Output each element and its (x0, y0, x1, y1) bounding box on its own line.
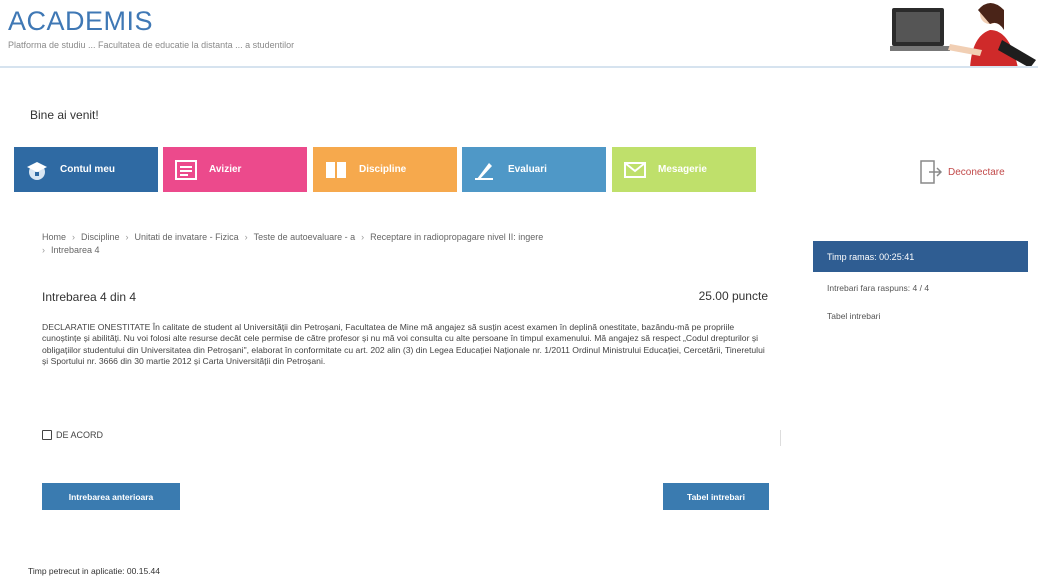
nav-tile-discipline[interactable]: Discipline (313, 147, 457, 192)
nav-tile-mesagerie[interactable]: Mesagerie (612, 147, 756, 192)
question-table-button[interactable]: Tabel intrebari (663, 483, 769, 510)
header-divider (0, 66, 1038, 68)
header: ACADEMIS Platforma de studiu ... Faculta… (0, 0, 1038, 70)
envelope-icon (622, 159, 648, 181)
logout-icon (920, 160, 942, 184)
unanswered-count: Intrebari fara raspuns: 4 / 4 (827, 283, 930, 293)
breadcrumb-test-name[interactable]: Receptare in radiopropagare nivel II: in… (370, 232, 543, 242)
notice-board-icon (173, 159, 199, 181)
question-text: DECLARATIE ONESTITATE În calitate de stu… (42, 322, 765, 367)
breadcrumb-unitati[interactable]: Unitati de invatare - Fizica (135, 232, 239, 242)
agree-checkbox[interactable] (42, 430, 52, 440)
agree-label: DE ACORD (56, 430, 104, 440)
book-icon (323, 159, 349, 181)
nav-tile-label: Avizier (209, 164, 242, 175)
logout-link[interactable]: Deconectare (920, 160, 1005, 184)
previous-question-button[interactable]: Intrebarea anterioara (42, 483, 180, 510)
breadcrumb: Home › Discipline › Unitati de invatare - Fi… (42, 232, 544, 255)
agree-option[interactable]: DE ACORD (42, 430, 103, 440)
app-logo[interactable]: ACADEMIS (8, 6, 153, 37)
question-points: 25.00 puncte (698, 289, 768, 303)
breadcrumb-teste[interactable]: Teste de autoevaluare - a (254, 232, 356, 242)
hand-write-icon (472, 159, 498, 181)
nav-tile-contul-meu[interactable]: Contul meu (14, 147, 158, 192)
nav-tile-label: Evaluari (508, 164, 547, 175)
breadcrumb-current: Intrebarea 4 (51, 245, 100, 255)
remaining-time-bar: Timp ramas: 00:25:41 (813, 241, 1028, 272)
remaining-time-label: Timp ramas: 00:25:41 (827, 251, 915, 262)
logout-label: Deconectare (948, 166, 1005, 178)
nav-tile-evaluari[interactable]: Evaluari (462, 147, 606, 192)
sidebar-question-table-link[interactable]: Tabel intrebari (827, 311, 880, 321)
nav-tile-label: Contul meu (60, 164, 115, 175)
welcome-text: Bine ai venit! (30, 108, 99, 122)
breadcrumb-home[interactable]: Home (42, 232, 66, 242)
time-spent: Timp petrecut in aplicatie: 00.15.44 (28, 566, 160, 576)
nav-tile-avizier[interactable]: Avizier (163, 147, 307, 192)
nav-tile-label: Discipline (359, 164, 407, 175)
graduation-cap-icon (24, 159, 50, 181)
breadcrumb-discipline[interactable]: Discipline (81, 232, 120, 242)
header-illustration (890, 3, 1036, 68)
nav-tile-label: Mesagerie (658, 164, 707, 175)
scroll-divider (780, 430, 781, 446)
question-title: Intrebarea 4 din 4 (42, 290, 137, 304)
app-tagline: Platforma de studiu ... Facultatea de ed… (8, 40, 295, 50)
